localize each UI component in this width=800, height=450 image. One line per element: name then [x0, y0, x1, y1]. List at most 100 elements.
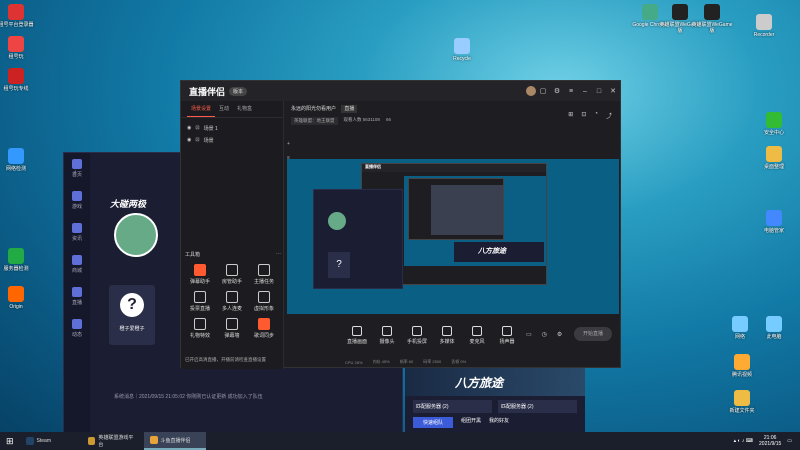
camera-icon[interactable]: ⊡ [581, 111, 586, 120]
desktop-icon[interactable]: 租号平台登录器 [0, 4, 38, 28]
notification-icon[interactable]: ▭ [787, 438, 792, 444]
start-button[interactable]: ⊞ [0, 432, 20, 450]
control-button[interactable]: 手机投屏 [405, 325, 429, 345]
desktop-icon[interactable]: 腾讯视频 [720, 354, 764, 378]
tool-item[interactable]: 歌词同步 [249, 318, 279, 339]
tray-icons[interactable]: ▴ ◐ ♪ ⌨ [734, 438, 753, 444]
message-icon[interactable]: ▢ [536, 87, 550, 95]
nested-title: 直播伴侣 [362, 164, 546, 172]
desktop-icon[interactable]: Origin [0, 286, 38, 310]
status-item: CPU 28% [345, 359, 363, 365]
taskbar-item[interactable]: 斗鱼直播伴侣 [143, 432, 206, 450]
shield-icon [766, 112, 782, 128]
server-select-1[interactable]: 匹配服务器 (2) [413, 400, 492, 413]
nav-item[interactable]: 动态 [64, 319, 90, 345]
nav-item[interactable]: 游戏 [64, 191, 90, 217]
close-icon[interactable]: ✕ [606, 87, 620, 95]
desktop-icon[interactable]: Recorder [742, 14, 786, 38]
desktop-icon-label: 网络检测 [5, 166, 26, 172]
menu-icon[interactable]: ≡ [564, 88, 578, 95]
nested-game-client: ? [313, 189, 403, 289]
eye-icon[interactable]: ◉ [187, 125, 191, 131]
nested-viewport-2 [431, 185, 503, 235]
desktop-icon[interactable]: Recycle [440, 38, 484, 62]
desktop-icon[interactable]: 租号玩 [0, 36, 38, 60]
record-icon[interactable]: ▭ [526, 331, 532, 338]
tool-item[interactable]: 礼物特效 [185, 318, 215, 339]
maximize-icon[interactable]: □ [592, 88, 606, 95]
desktop-icon[interactable]: 网络 [718, 316, 762, 340]
bell-icon[interactable]: ◔ [594, 111, 598, 120]
control-label: 摄像头 [379, 338, 395, 345]
eye-icon[interactable]: ◉ [187, 137, 191, 143]
minimize-icon[interactable]: – [578, 88, 592, 95]
more-icon[interactable]: ⋯ [276, 251, 281, 258]
desktop-icon[interactable]: 电脑管家 [752, 210, 796, 234]
tool-item[interactable]: 投票直播 [185, 291, 215, 312]
share-icon[interactable]: ⤴ [606, 111, 612, 120]
control-button[interactable]: 多媒体 [435, 325, 459, 345]
control-icon [442, 325, 452, 336]
desktop-icon[interactable]: 网络检测 [0, 148, 38, 172]
nav-item[interactable]: 商城 [64, 255, 90, 281]
settings-icon[interactable]: ⚙ [550, 87, 564, 95]
taskbar-item[interactable]: 英雄联盟游戏平台 [82, 432, 144, 450]
game-side-panel: 八方旅途 匹配服务器 (2) 匹配服务器 (2) 快速组队 组团开黑 我的好友 [405, 368, 585, 432]
server-select-2[interactable]: 匹配服务器 (2) [498, 400, 577, 413]
taskbar-item[interactable]: Steam [20, 432, 82, 450]
scene-item[interactable]: ◉ ⊡ 场景 1 [181, 122, 283, 134]
tool-item[interactable]: 主播任务 [249, 264, 279, 285]
tool-item[interactable]: 虚拟形象 [249, 291, 279, 312]
server-icon [8, 248, 24, 264]
lock-icon[interactable]: ⊡ [195, 137, 199, 143]
control-button[interactable]: 扬声器 [495, 325, 519, 345]
streaming-app-window[interactable]: 直播伴侣 版本 ▢ ⚙ ≡ – □ ✕ 场景设置 互动 礼物盒 ◉ ⊡ 场景 1 ◉ ⊡ 场景… [180, 80, 621, 369]
recycle-icon [454, 38, 470, 54]
desktop-icon[interactable]: 英雄联盟WeGame版 [690, 4, 734, 34]
nav-item[interactable]: 首页 [64, 159, 90, 185]
clock[interactable]: 21:06 2021/9/15 [759, 435, 781, 447]
start-live-button[interactable]: 开始直播 [574, 327, 612, 341]
tool-item[interactable]: 弹幕墙 [217, 318, 247, 339]
nav-item[interactable]: 资讯 [64, 223, 90, 249]
desktop-icon-label: 网络 [734, 334, 745, 340]
scene-label: 场景 1 [203, 125, 218, 132]
control-button[interactable]: 麦克风 [465, 325, 489, 345]
desktop-icon[interactable]: 桌面整理 [752, 146, 796, 170]
user-avatar[interactable] [526, 86, 536, 96]
desktop-icon[interactable]: 服务器检测 [0, 248, 38, 272]
speed-icon[interactable]: ◷ [542, 331, 547, 338]
scene-item[interactable]: ◉ ⊡ 场景 [181, 134, 283, 146]
version-badge[interactable]: 版本 [229, 86, 248, 96]
tab-1[interactable]: 互动 [215, 101, 233, 116]
control-label: 多媒体 [439, 338, 455, 345]
stream-preview[interactable]: 直播伴侣 八方旅途 ? [287, 159, 619, 314]
tool-item[interactable]: 多人连麦 [217, 291, 247, 312]
avatar[interactable] [114, 213, 158, 257]
player-card[interactable]: ? 橙子爱橙子 [109, 285, 155, 345]
control-button[interactable]: 直播画面 [345, 325, 369, 345]
add-icon[interactable]: + [287, 137, 295, 151]
lock-icon[interactable]: ⊞ [568, 111, 573, 120]
tool-icon [258, 264, 270, 276]
desktop-icon[interactable]: 租号玩专线 [0, 68, 38, 92]
group-button[interactable]: 组团开黑 [461, 417, 481, 428]
player-name: 橙子爱橙子 [119, 326, 145, 332]
tool-item[interactable]: 弹幕助手 [185, 264, 215, 285]
nav-item[interactable]: 直播 [64, 287, 90, 313]
room-badge[interactable]: 直播 [341, 105, 358, 113]
desktop-icon[interactable]: 新建文件夹 [720, 390, 764, 414]
category[interactable]: 英雄联盟：地王联盟 [291, 117, 338, 125]
quick-team-button[interactable]: 快速组队 [413, 417, 454, 428]
back-icon[interactable]: ‹ [74, 169, 76, 176]
friends-button[interactable]: 我的好友 [489, 417, 509, 428]
scene-label: 场景 [203, 137, 214, 144]
tool-item[interactable]: 房管助手 [217, 264, 247, 285]
gear-icon[interactable]: ⚙ [557, 331, 562, 338]
status-item: 丢帧 0% [451, 359, 467, 364]
tab-0[interactable]: 场景设置 [187, 101, 216, 117]
desktop-icon[interactable]: 安全中心 [752, 112, 796, 136]
control-button[interactable]: 摄像头 [375, 325, 399, 345]
lock-icon[interactable]: ⊡ [195, 125, 199, 131]
tab-2[interactable]: 礼物盒 [233, 101, 256, 116]
